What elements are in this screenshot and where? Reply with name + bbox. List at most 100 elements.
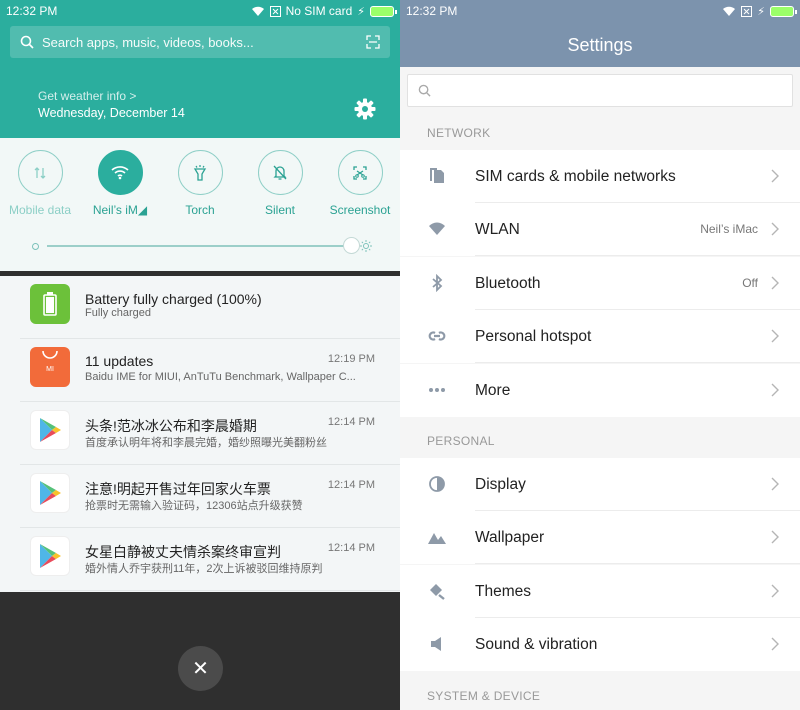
settings-item-sound[interactable]: Sound & vibration [400,618,800,672]
quick-tile-label: Torch [185,203,215,217]
notification-title: 女星白静被丈夫情杀案终审宣判 [85,544,281,560]
settings-item-more[interactable]: More [400,363,800,417]
settings-item-label: SIM cards & mobile networks [475,168,676,185]
quick-tile-label: Screenshot [329,203,391,217]
brightness-slider[interactable] [32,237,372,255]
no-sim-icon [269,5,281,17]
settings-item-label: Display [475,476,526,493]
quick-tile-wifi[interactable]: Neil’s iM◢ [80,150,160,217]
section-header: NETWORK [427,126,491,140]
notification-title: 11 updates [85,353,154,369]
settings-item-label: Themes [475,582,531,600]
wallpaper-icon [427,527,447,547]
notification-time: 12:14 PM [327,542,375,554]
notification-item[interactable]: 注意!明起开售过年回家火车票 抢票时无需输入验证码，12306站点升级获赞 12… [20,465,400,528]
notification-time: 12:19 PM [327,353,375,365]
play-store-icon [30,536,70,576]
notification-list: Battery fully charged (100%) Fully charg… [0,276,400,592]
chevron-right-icon [771,169,779,183]
settings-item-label: Wallpaper [475,529,545,547]
notification-item[interactable]: 头条!范冰冰公布和李晨婚期 首度承认明年将和李晨完婚，婚纱照曝光美翻粉丝 12:… [20,402,400,465]
mobile-data-icon [17,150,63,195]
date-label: Wednesday, December 14 [38,106,185,120]
notification-subtitle: 首度承认明年将和李晨完婚，婚纱照曝光美翻粉丝 [85,437,327,449]
settings-screen: 12:32 PM ⚡ Settings NETWORK SIM cards & … [400,0,800,710]
themes-icon [427,581,447,601]
quick-settings: Mobile data Neil’s iM◢ Torch Silent Scre… [0,138,400,271]
section-header: SYSTEM & DEVICE [427,688,541,703]
sim-icon [427,166,447,186]
notification-item[interactable]: Battery fully charged (100%) Fully charg… [20,276,400,339]
settings-item-label: WLAN [475,221,520,239]
settings-item-bluetooth[interactable]: Bluetooth Off [400,256,800,310]
wifi-status-icon [251,6,264,16]
settings-header: 12:32 PM ⚡ Settings [400,0,800,67]
settings-item-themes[interactable]: Themes [400,564,800,618]
notification-subtitle: Fully charged [85,307,152,319]
settings-item-sim[interactable]: SIM cards & mobile networks [400,150,800,203]
settings-item-value: Neil’s iMac [700,222,758,237]
sound-icon [427,634,447,654]
chevron-right-icon [771,530,779,544]
search-placeholder: Search apps, music, videos, books... [42,34,254,50]
charging-icon: ⚡ [757,5,765,18]
play-store-icon [30,473,70,513]
chevron-right-icon [771,584,779,598]
wifi-status-icon [723,6,736,16]
settings-item-wifi[interactable]: WLAN Neil’s iMac [400,203,800,257]
weather-link[interactable]: Get weather info > [38,89,136,103]
svg-text:MI: MI [46,366,54,373]
screenshot-icon [337,150,383,195]
notification-subtitle: 抢票时无需输入验证码，12306站点升级获赞 [85,500,303,512]
notification-time: 12:14 PM [327,479,375,491]
battery-icon [370,5,397,17]
chevron-right-icon [771,477,779,491]
chevron-right-icon [771,276,779,290]
section-header: PERSONAL [427,434,495,448]
status-bar-right: 12:32 PM ⚡ [400,0,800,22]
chevron-right-icon [771,329,779,343]
clear-all-button[interactable]: ✕ [178,646,223,691]
status-time: 12:32 PM [6,4,58,18]
more-icon [427,380,447,400]
quick-tile-label: Neil’s iM◢ [92,203,148,217]
page-title: Settings [567,35,633,55]
settings-item-label: Bluetooth [475,274,541,292]
settings-item-wallpaper[interactable]: Wallpaper [400,511,800,565]
battery-icon [770,5,797,17]
settings-item-display[interactable]: Display [400,458,800,511]
quick-tile-screenshot[interactable]: Screenshot [320,150,400,217]
notification-subtitle: 婚外情人乔宇获刑11年，2次上诉被驳回维持原判 [85,563,323,575]
status-bar: 12:32 PM No SIM card ⚡ [0,0,400,22]
settings-search-input[interactable] [407,74,793,107]
status-time-right: 12:32 PM [406,4,458,18]
settings-item-label: More [475,381,511,399]
notification-shade: 12:32 PM No SIM card ⚡ Search apps, musi… [0,0,400,710]
shade-header: 12:32 PM No SIM card ⚡ Search apps, musi… [0,0,400,138]
wifi-icon [427,219,447,239]
notification-item[interactable]: 女星白静被丈夫情杀案终审宣判 婚外情人乔宇获刑11年，2次上诉被驳回维持原判 1… [20,528,400,591]
brightness-track[interactable] [47,237,360,255]
battery-app-icon [30,284,70,324]
brightness-high-icon [360,240,372,252]
search-bar[interactable]: Search apps, music, videos, books... [10,26,390,58]
brightness-thumb[interactable] [343,237,360,255]
no-sim-icon [741,5,753,17]
display-icon [427,474,447,494]
notification-title: 头条!范冰冰公布和李晨婚期 [85,418,257,434]
bluetooth-icon [427,273,447,293]
quick-tile-label: Mobile data [8,203,72,217]
search-icon [418,84,431,97]
settings-item-hotspot[interactable]: Personal hotspot [400,310,800,364]
mi-store-icon: MI [30,347,70,387]
quick-tile-silent[interactable]: Silent [240,150,320,217]
close-icon: ✕ [192,658,209,680]
quick-tile-mobile-data[interactable]: Mobile data [0,150,80,217]
quick-tile-torch[interactable]: Torch [160,150,240,217]
notification-subtitle: Baidu IME for MIUI, AnTuTu Benchmark, Wa… [85,371,356,383]
scan-icon[interactable] [366,35,380,49]
chevron-right-icon [771,383,779,397]
play-store-icon [30,410,70,450]
settings-gear-icon[interactable] [354,98,376,120]
notification-item[interactable]: MI 11 updates Baidu IME for MIUI, AnTuTu … [20,339,400,402]
